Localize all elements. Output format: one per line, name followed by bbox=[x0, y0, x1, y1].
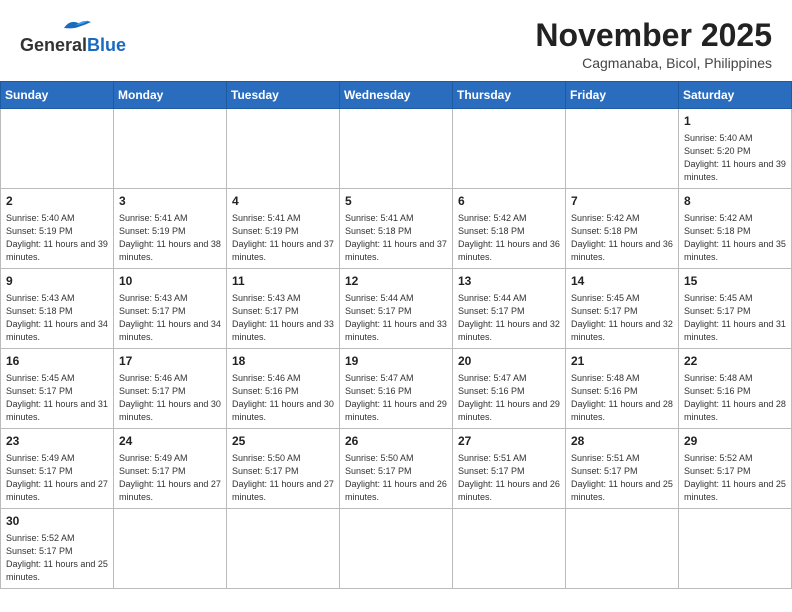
calendar-row-6: 30 Sunrise: 5:52 AMSunset: 5:17 PMDaylig… bbox=[1, 509, 792, 589]
empty-cell bbox=[566, 509, 679, 589]
col-tuesday: Tuesday bbox=[227, 82, 340, 109]
day-22: 22 Sunrise: 5:48 AMSunset: 5:16 PMDaylig… bbox=[679, 349, 792, 429]
day-7: 7 Sunrise: 5:42 AMSunset: 5:18 PMDayligh… bbox=[566, 189, 679, 269]
day-27: 27 Sunrise: 5:51 AMSunset: 5:17 PMDaylig… bbox=[453, 429, 566, 509]
day-10: 10 Sunrise: 5:43 AMSunset: 5:17 PMDaylig… bbox=[114, 269, 227, 349]
day-17: 17 Sunrise: 5:46 AMSunset: 5:17 PMDaylig… bbox=[114, 349, 227, 429]
day-11: 11 Sunrise: 5:43 AMSunset: 5:17 PMDaylig… bbox=[227, 269, 340, 349]
col-friday: Friday bbox=[566, 82, 679, 109]
col-saturday: Saturday bbox=[679, 82, 792, 109]
day-23: 23 Sunrise: 5:49 AMSunset: 5:17 PMDaylig… bbox=[1, 429, 114, 509]
day-3: 3 Sunrise: 5:41 AMSunset: 5:19 PMDayligh… bbox=[114, 189, 227, 269]
day-9: 9 Sunrise: 5:43 AMSunset: 5:18 PMDayligh… bbox=[1, 269, 114, 349]
day-13: 13 Sunrise: 5:44 AMSunset: 5:17 PMDaylig… bbox=[453, 269, 566, 349]
day-12: 12 Sunrise: 5:44 AMSunset: 5:17 PMDaylig… bbox=[340, 269, 453, 349]
calendar-table: Sunday Monday Tuesday Wednesday Thursday… bbox=[0, 81, 792, 589]
day-16: 16 Sunrise: 5:45 AMSunset: 5:17 PMDaylig… bbox=[1, 349, 114, 429]
title-block: November 2025 Cagmanaba, Bicol, Philippi… bbox=[535, 18, 772, 71]
page-header: GeneralBlue November 2025 Cagmanaba, Bic… bbox=[0, 0, 792, 81]
day-29: 29 Sunrise: 5:52 AMSunset: 5:17 PMDaylig… bbox=[679, 429, 792, 509]
empty-cell bbox=[114, 509, 227, 589]
calendar-row-4: 16 Sunrise: 5:45 AMSunset: 5:17 PMDaylig… bbox=[1, 349, 792, 429]
empty-cell bbox=[566, 109, 679, 189]
day-4: 4 Sunrise: 5:41 AMSunset: 5:19 PMDayligh… bbox=[227, 189, 340, 269]
day-20: 20 Sunrise: 5:47 AMSunset: 5:16 PMDaylig… bbox=[453, 349, 566, 429]
col-sunday: Sunday bbox=[1, 82, 114, 109]
empty-cell bbox=[227, 509, 340, 589]
logo-bird-icon bbox=[58, 14, 94, 36]
col-monday: Monday bbox=[114, 82, 227, 109]
day-28: 28 Sunrise: 5:51 AMSunset: 5:17 PMDaylig… bbox=[566, 429, 679, 509]
location: Cagmanaba, Bicol, Philippines bbox=[535, 55, 772, 71]
logo-text: GeneralBlue bbox=[20, 36, 126, 56]
empty-cell bbox=[114, 109, 227, 189]
month-title: November 2025 bbox=[535, 18, 772, 53]
day-6: 6 Sunrise: 5:42 AMSunset: 5:18 PMDayligh… bbox=[453, 189, 566, 269]
calendar-row-2: 2 Sunrise: 5:40 AMSunset: 5:19 PMDayligh… bbox=[1, 189, 792, 269]
day-14: 14 Sunrise: 5:45 AMSunset: 5:17 PMDaylig… bbox=[566, 269, 679, 349]
day-5: 5 Sunrise: 5:41 AMSunset: 5:18 PMDayligh… bbox=[340, 189, 453, 269]
calendar-header-row: Sunday Monday Tuesday Wednesday Thursday… bbox=[1, 82, 792, 109]
empty-cell bbox=[453, 109, 566, 189]
calendar-row-5: 23 Sunrise: 5:49 AMSunset: 5:17 PMDaylig… bbox=[1, 429, 792, 509]
day-19: 19 Sunrise: 5:47 AMSunset: 5:16 PMDaylig… bbox=[340, 349, 453, 429]
day-15: 15 Sunrise: 5:45 AMSunset: 5:17 PMDaylig… bbox=[679, 269, 792, 349]
day-2: 2 Sunrise: 5:40 AMSunset: 5:19 PMDayligh… bbox=[1, 189, 114, 269]
empty-cell bbox=[227, 109, 340, 189]
calendar-row-3: 9 Sunrise: 5:43 AMSunset: 5:18 PMDayligh… bbox=[1, 269, 792, 349]
logo: GeneralBlue bbox=[20, 18, 126, 56]
empty-cell bbox=[1, 109, 114, 189]
day-8: 8 Sunrise: 5:42 AMSunset: 5:18 PMDayligh… bbox=[679, 189, 792, 269]
calendar-row-1: 1 Sunrise: 5:40 AMSunset: 5:20 PMDayligh… bbox=[1, 109, 792, 189]
empty-cell bbox=[453, 509, 566, 589]
day-24: 24 Sunrise: 5:49 AMSunset: 5:17 PMDaylig… bbox=[114, 429, 227, 509]
empty-cell bbox=[340, 109, 453, 189]
day-30: 30 Sunrise: 5:52 AMSunset: 5:17 PMDaylig… bbox=[1, 509, 114, 589]
day-25: 25 Sunrise: 5:50 AMSunset: 5:17 PMDaylig… bbox=[227, 429, 340, 509]
col-wednesday: Wednesday bbox=[340, 82, 453, 109]
day-26: 26 Sunrise: 5:50 AMSunset: 5:17 PMDaylig… bbox=[340, 429, 453, 509]
empty-cell bbox=[340, 509, 453, 589]
day-21: 21 Sunrise: 5:48 AMSunset: 5:16 PMDaylig… bbox=[566, 349, 679, 429]
day-18: 18 Sunrise: 5:46 AMSunset: 5:16 PMDaylig… bbox=[227, 349, 340, 429]
day-1: 1 Sunrise: 5:40 AMSunset: 5:20 PMDayligh… bbox=[679, 109, 792, 189]
empty-cell bbox=[679, 509, 792, 589]
col-thursday: Thursday bbox=[453, 82, 566, 109]
